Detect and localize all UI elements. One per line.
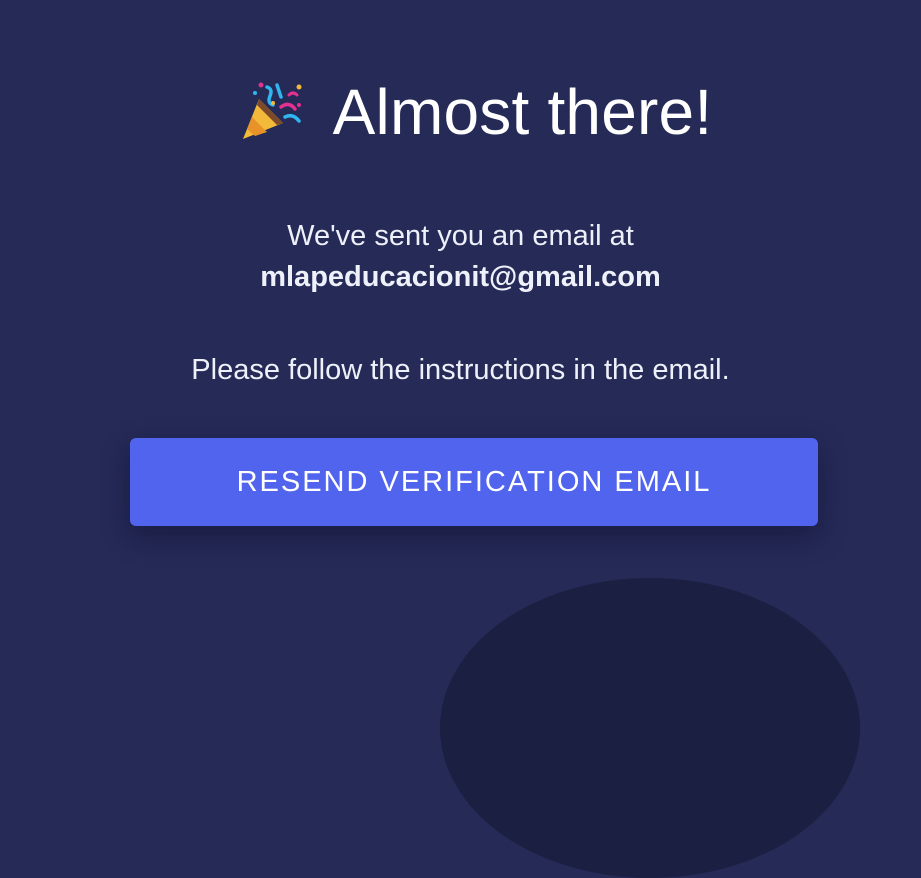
heading-row: Almost there! <box>0 72 921 152</box>
sent-message: We've sent you an email at <box>287 220 634 252</box>
page-title: Almost there! <box>332 76 713 148</box>
resend-button-label: RESEND VERIFICATION EMAIL <box>236 465 712 498</box>
resend-verification-button[interactable]: RESEND VERIFICATION EMAIL <box>130 438 818 526</box>
party-popper-icon <box>237 77 307 147</box>
verification-page: Almost there! We've sent you an email at… <box>0 0 921 878</box>
instructions-message: Please follow the instructions in the em… <box>191 354 730 386</box>
decorative-circle <box>440 578 860 878</box>
email-address: mlapeducacionit@gmail.com <box>260 261 661 293</box>
